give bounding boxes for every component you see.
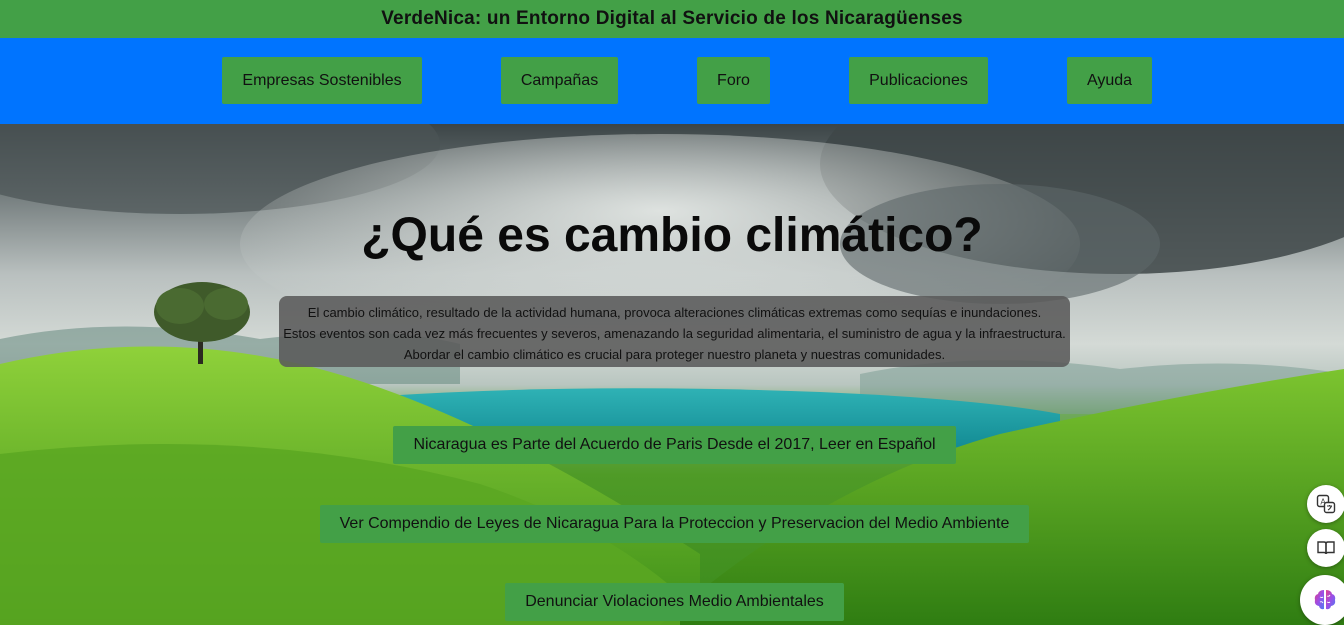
paris-agreement-button[interactable]: Nicaragua es Parte del Acuerdo de Paris … xyxy=(393,426,956,464)
hero-title: ¿Qué es cambio climático? xyxy=(361,209,983,262)
immersive-reader-button[interactable] xyxy=(1307,529,1344,567)
nav-empresas-sostenibles-button[interactable]: Empresas Sostenibles xyxy=(222,57,422,104)
environmental-laws-button[interactable]: Ver Compendio de Leyes de Nicaragua Para… xyxy=(320,505,1029,543)
hero-section: ¿Qué es cambio climático? El cambio clim… xyxy=(0,124,1344,625)
translate-icon: A xyxy=(1316,494,1336,514)
translate-tool-button[interactable]: A xyxy=(1307,485,1344,523)
nav-campanas-button[interactable]: Campañas xyxy=(501,57,618,104)
nav-publicaciones-button[interactable]: Publicaciones xyxy=(849,57,988,104)
nav-ayuda-button[interactable]: Ayuda xyxy=(1067,57,1152,104)
ai-assistant-button[interactable] xyxy=(1300,575,1344,625)
description-line: Estos eventos son cada vez más frecuente… xyxy=(283,326,1066,341)
main-nav: Empresas Sostenibles Campañas Foro Publi… xyxy=(0,38,1344,124)
reader-icon xyxy=(1317,541,1335,555)
site-title: VerdeNica: un Entorno Digital al Servici… xyxy=(381,8,963,29)
ai-brain-icon xyxy=(1314,590,1336,610)
landscape-background-image xyxy=(0,124,1344,625)
nav-foro-button[interactable]: Foro xyxy=(697,57,770,104)
description-line: El cambio climático, resultado de la act… xyxy=(307,305,1042,320)
report-violations-button[interactable]: Denunciar Violaciones Medio Ambientales xyxy=(505,583,844,621)
climate-description: El cambio climático, resultado de la act… xyxy=(279,296,1070,367)
description-line: Abordar el cambio climático es crucial p… xyxy=(403,347,946,362)
site-header: VerdeNica: un Entorno Digital al Servici… xyxy=(0,0,1344,38)
